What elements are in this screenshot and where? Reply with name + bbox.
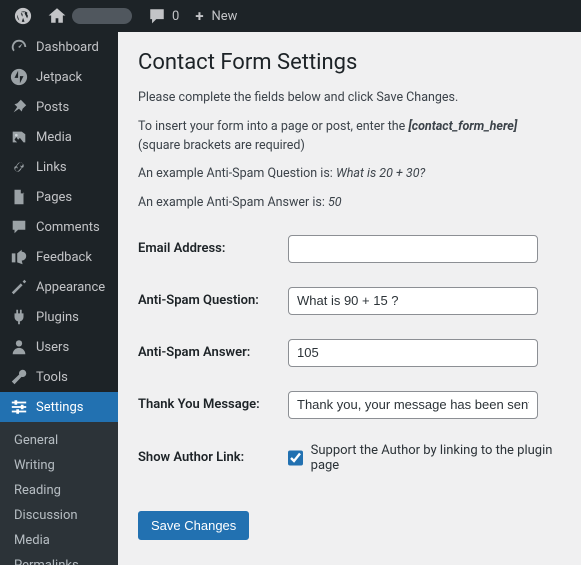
example-a-prefix: An example Anti-Spam Answer is:	[138, 195, 328, 210]
home-icon	[48, 7, 66, 25]
thankyou-input[interactable]	[288, 391, 538, 419]
comments-icon	[10, 218, 28, 236]
insert-prefix: To insert your form into a page or post,…	[138, 119, 408, 134]
comment-icon	[148, 7, 166, 25]
sidebar-item-media[interactable]: Media	[0, 122, 118, 152]
settings-form: Email Address: Anti-Spam Question: Anti-…	[138, 223, 561, 485]
submenu-permalinks[interactable]: Permalinks	[0, 553, 118, 565]
site-name-pill	[72, 8, 132, 24]
sidebar-item-pages[interactable]: Pages	[0, 182, 118, 212]
links-icon	[10, 158, 28, 176]
save-button[interactable]: Save Changes	[138, 511, 249, 540]
dashboard-icon	[10, 38, 28, 56]
sidebar-item-plugins[interactable]: Plugins	[0, 302, 118, 332]
example-a-value: 50	[328, 195, 342, 210]
sidebar-item-label: Links	[36, 160, 67, 175]
email-label: Email Address:	[138, 223, 288, 275]
submenu-general[interactable]: General	[0, 428, 118, 453]
settings-icon	[10, 398, 28, 416]
sidebar-item-users[interactable]: Users	[0, 332, 118, 362]
new-content[interactable]: + New	[187, 0, 245, 32]
example-q-value: What is 20 + 30?	[336, 166, 425, 181]
site-home[interactable]	[40, 0, 140, 32]
sidebar-item-appearance[interactable]: Appearance	[0, 272, 118, 302]
answer-label: Anti-Spam Answer:	[138, 327, 288, 379]
wordpress-icon	[14, 7, 32, 25]
sidebar-item-label: Pages	[36, 190, 72, 205]
appearance-icon	[10, 278, 28, 296]
sidebar-item-label: Settings	[36, 400, 83, 415]
insert-suffix: (square brackets are required)	[138, 138, 305, 153]
admin-sidebar: Dashboard Jetpack Posts Media Links Page…	[0, 32, 118, 565]
sidebar-item-label: Media	[36, 130, 72, 145]
sidebar-item-label: Posts	[36, 100, 69, 115]
sidebar-item-label: Jetpack	[36, 70, 82, 85]
sidebar-item-label: Feedback	[36, 250, 92, 265]
email-input[interactable]	[288, 235, 538, 263]
page-title: Contact Form Settings	[138, 50, 561, 75]
insert-text: To insert your form into a page or post,…	[138, 118, 561, 156]
submenu-writing[interactable]: Writing	[0, 453, 118, 478]
sidebar-item-label: Dashboard	[36, 40, 99, 55]
sidebar-item-comments[interactable]: Comments	[0, 212, 118, 242]
feedback-icon	[10, 248, 28, 266]
sidebar-item-dashboard[interactable]: Dashboard	[0, 32, 118, 62]
pin-icon	[10, 98, 28, 116]
sidebar-item-label: Users	[36, 340, 69, 355]
sidebar-item-links[interactable]: Links	[0, 152, 118, 182]
authorlink-label: Show Author Link:	[138, 431, 288, 485]
sidebar-item-feedback[interactable]: Feedback	[0, 242, 118, 272]
sidebar-item-jetpack[interactable]: Jetpack	[0, 62, 118, 92]
submenu-reading[interactable]: Reading	[0, 478, 118, 503]
wp-logo[interactable]	[6, 0, 40, 32]
sidebar-item-label: Plugins	[36, 310, 79, 325]
example-question-text: An example Anti-Spam Question is: What i…	[138, 165, 561, 184]
pages-icon	[10, 188, 28, 206]
authorlink-row[interactable]: Support the Author by linking to the plu…	[288, 443, 561, 473]
media-icon	[10, 128, 28, 146]
authorlink-checkbox-label: Support the Author by linking to the plu…	[311, 443, 561, 473]
example-q-prefix: An example Anti-Spam Question is:	[138, 166, 336, 181]
answer-input[interactable]	[288, 339, 538, 367]
users-icon	[10, 338, 28, 356]
sidebar-item-label: Appearance	[36, 280, 105, 295]
plus-icon: +	[195, 7, 203, 25]
new-label: New	[212, 9, 238, 24]
sidebar-item-tools[interactable]: Tools	[0, 362, 118, 392]
sidebar-item-settings[interactable]: Settings	[0, 392, 118, 422]
submenu-media[interactable]: Media	[0, 528, 118, 553]
jetpack-icon	[10, 68, 28, 86]
intro-text: Please complete the fields below and cli…	[138, 89, 561, 108]
comments-link[interactable]: 0	[140, 0, 187, 32]
authorlink-checkbox[interactable]	[288, 450, 303, 466]
plugins-icon	[10, 308, 28, 326]
comments-count: 0	[172, 9, 179, 24]
question-input[interactable]	[288, 287, 538, 315]
main-content: Contact Form Settings Please complete th…	[118, 32, 581, 565]
sidebar-item-label: Tools	[36, 370, 68, 385]
submenu-discussion[interactable]: Discussion	[0, 503, 118, 528]
example-answer-text: An example Anti-Spam Answer is: 50	[138, 194, 561, 213]
sidebar-item-posts[interactable]: Posts	[0, 92, 118, 122]
tools-icon	[10, 368, 28, 386]
settings-submenu: General Writing Reading Discussion Media…	[0, 422, 118, 565]
question-label: Anti-Spam Question:	[138, 275, 288, 327]
sidebar-item-label: Comments	[36, 220, 100, 235]
insert-shortcode: [contact_form_here]	[408, 119, 517, 134]
thankyou-label: Thank You Message:	[138, 379, 288, 431]
admin-bar: 0 + New	[0, 0, 581, 32]
